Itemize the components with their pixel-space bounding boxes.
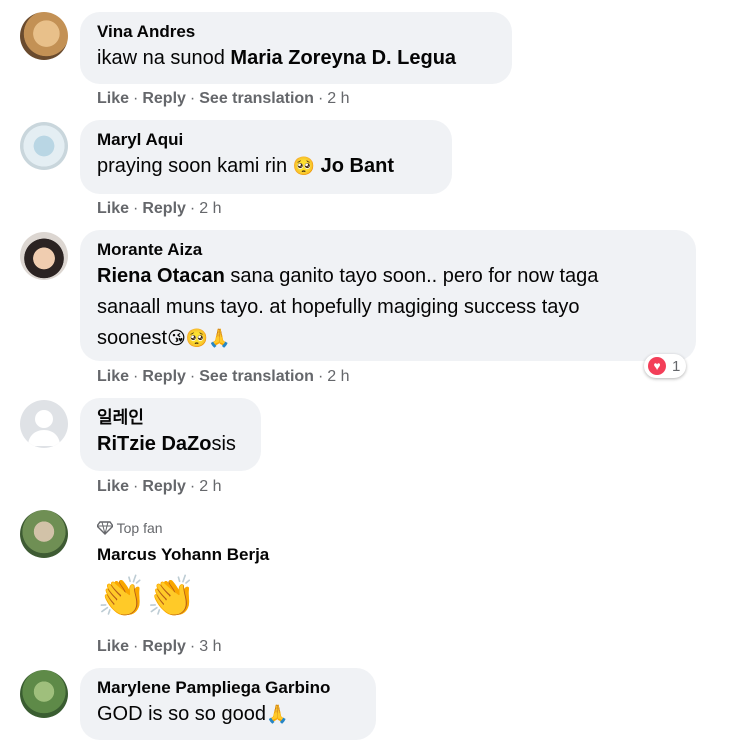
reply-button[interactable]: Reply [142,90,186,107]
see-translation-link[interactable]: See translation [199,90,314,107]
avatar[interactable] [20,12,68,60]
comment-author[interactable]: 일레인 [97,407,244,429]
mention-link[interactable]: Maria Zoreyna D. Legua [230,47,456,69]
comment-bubble: Marylene Pampliega Garbino GOD is so so … [80,668,376,740]
comment-text: RiTzie DaZosis [97,433,236,455]
heart-reaction-icon: ♥ [648,357,666,375]
like-button[interactable]: Like [97,368,129,385]
comment-author[interactable]: Vina Andres [97,21,495,43]
avatar[interactable] [20,232,68,280]
emoji-group: 😘🥺🙏 [167,328,231,349]
comment-text: praying soon kami rin 🥺 Jo Bant [97,155,394,177]
folded-hands-emoji: 🙏 [265,704,289,725]
comment-text: GOD is so so good🙏 [97,703,289,725]
reply-button[interactable]: Reply [142,478,186,495]
comment-bubble: Maryl Aqui praying soon kami rin 🥺 Jo Ba… [80,120,452,194]
mention-link[interactable]: Jo Bant [321,155,394,177]
avatar[interactable] [20,510,68,558]
timestamp[interactable]: 3 h [199,638,221,655]
mention-link[interactable]: RiTzie DaZo [97,433,211,455]
see-translation-link[interactable]: See translation [199,368,314,385]
diamond-icon [96,520,114,536]
timestamp[interactable]: 2 h [199,200,221,217]
comment-text: Riena Otacan sana ganito tayo soon.. per… [97,265,599,349]
like-button[interactable]: Like [97,90,129,107]
reply-button[interactable]: Reply [142,638,186,655]
reply-button[interactable]: Reply [142,200,186,217]
avatar[interactable] [20,122,68,170]
reply-button[interactable]: Reply [142,368,186,385]
pleading-face-emoji: 🥺 [292,156,316,177]
clapping-hands-emoji: 👏👏 [97,574,197,620]
reaction-summary[interactable]: ♥ 1 [644,354,687,378]
like-button[interactable]: Like [97,478,129,495]
comment-bubble: 일레인 RiTzie DaZosis [80,398,261,471]
comment-author[interactable]: Morante Aiza [97,239,679,261]
mention-link[interactable]: Riena Otacan [97,265,225,287]
like-button[interactable]: Like [97,638,129,655]
comment-author[interactable]: Marylene Pampliega Garbino [97,677,359,699]
avatar[interactable] [20,670,68,718]
comment-author[interactable]: Maryl Aqui [97,129,435,151]
comment-author[interactable]: Marcus Yohann Berja [97,544,269,566]
timestamp[interactable]: 2 h [327,90,349,107]
comment-bubble: Vina Andres ikaw na sunod Maria Zoreyna … [80,12,512,84]
like-button[interactable]: Like [97,200,129,217]
reaction-count: 1 [672,357,681,375]
timestamp[interactable]: 2 h [199,478,221,495]
top-fan-badge[interactable]: Top fan [117,520,163,536]
timestamp[interactable]: 2 h [327,368,349,385]
comment-bubble: Morante Aiza Riena Otacan sana ganito ta… [80,230,696,361]
comment-text: ikaw na sunod Maria Zoreyna D. Legua [97,47,457,69]
default-avatar-icon[interactable] [20,400,68,448]
